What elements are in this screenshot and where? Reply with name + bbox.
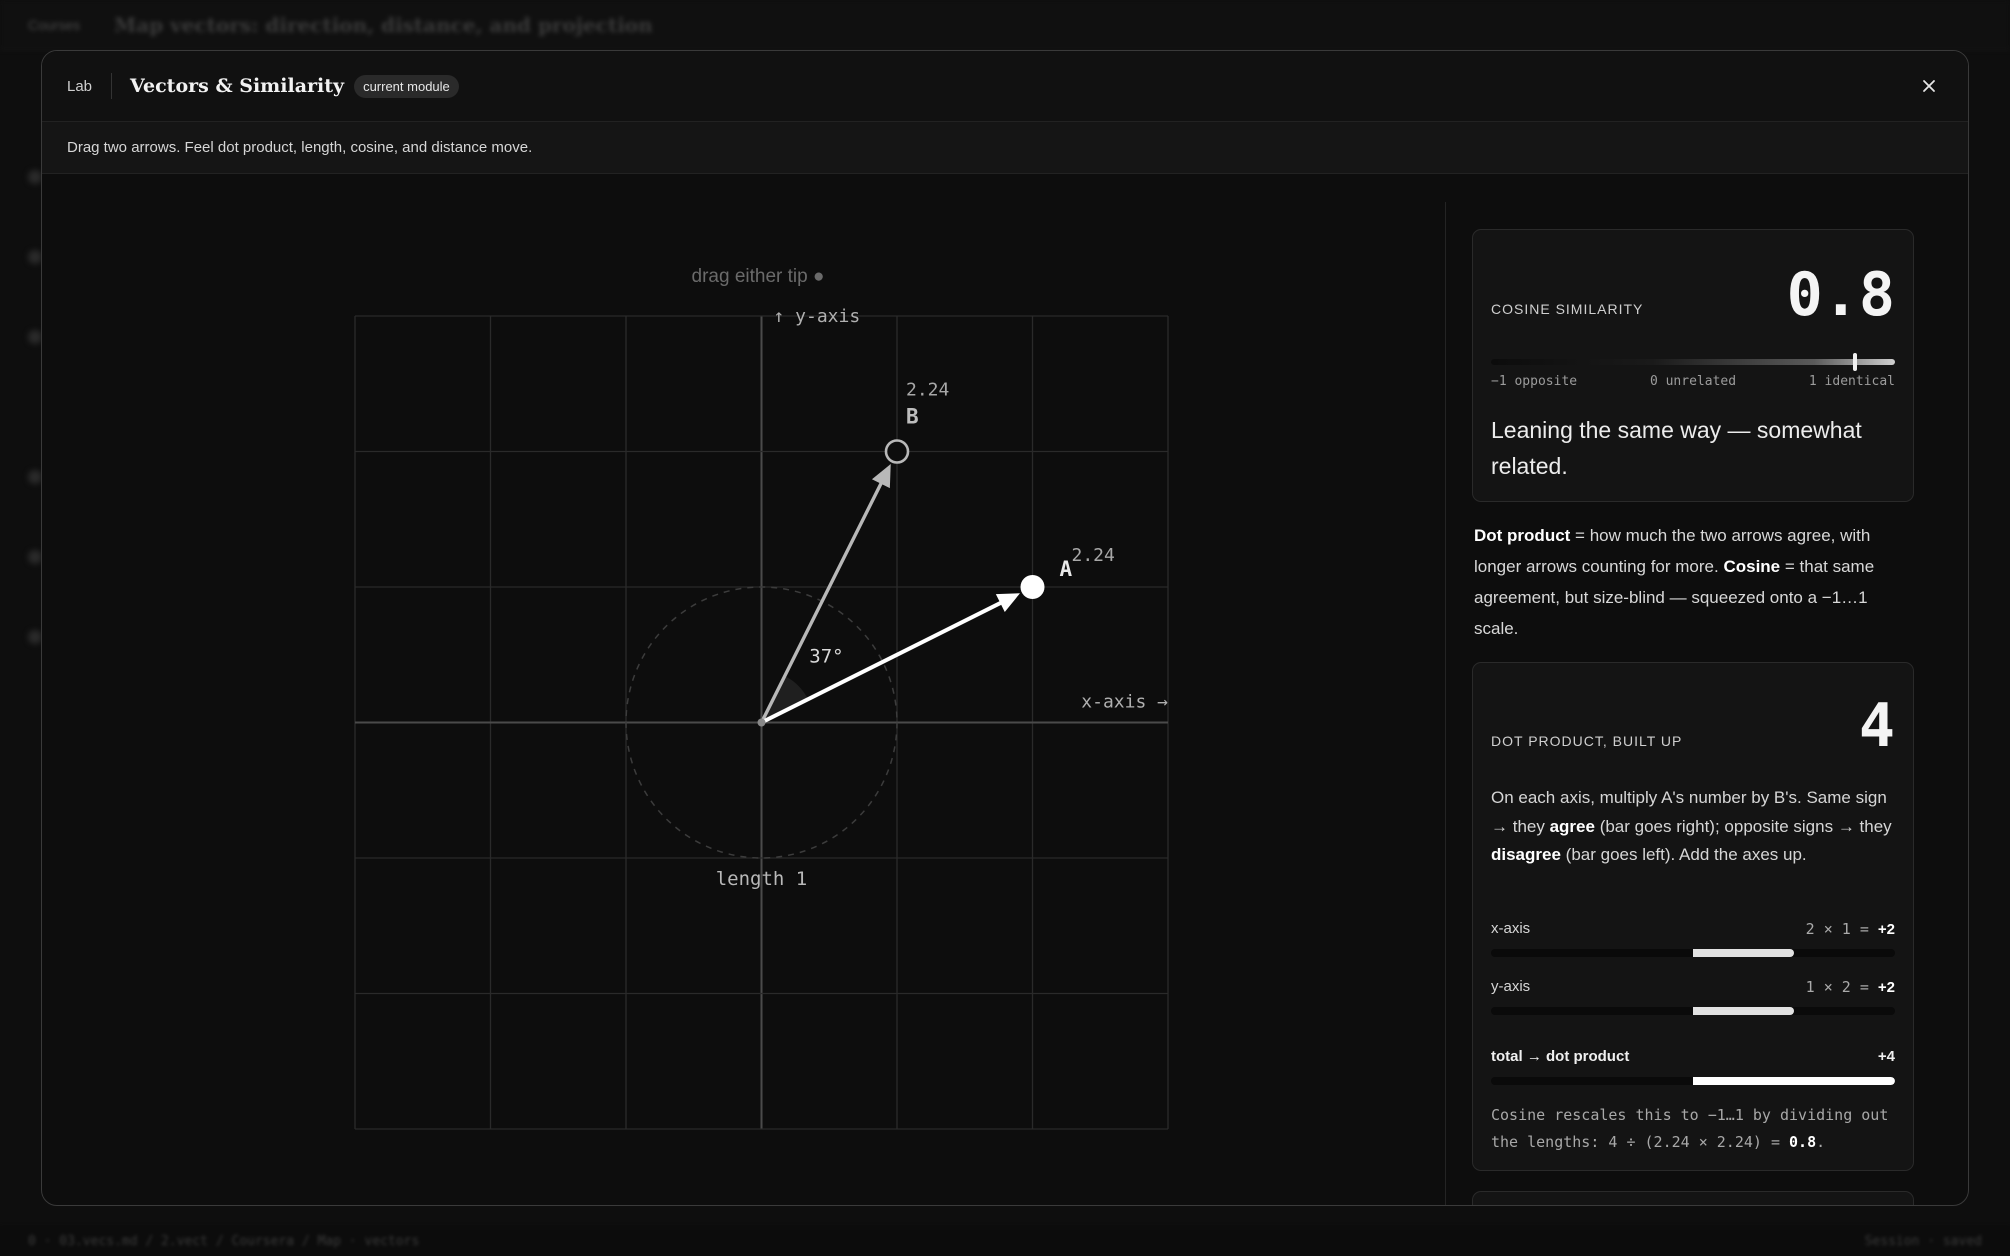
background-sidebar-dot: [28, 250, 42, 264]
origin-point: [757, 718, 766, 727]
vector-b-label: B: [906, 405, 919, 429]
x-axis-row-equation: 2 × 1 = +2: [1806, 920, 1895, 938]
desc-part: (bar goes left). Add the axes up.: [1560, 845, 1807, 864]
close-button[interactable]: [1916, 73, 1942, 99]
modal-subtitle: Drag two arrows. Feel dot product, lengt…: [67, 139, 533, 156]
total-bar-fill: [1693, 1077, 1895, 1085]
cosine-tick-opposite: −1 opposite: [1491, 374, 1578, 389]
vector-b-length: 2.24: [906, 380, 949, 401]
total-row-result: +4: [1877, 1048, 1895, 1065]
note-end: .: [1816, 1133, 1826, 1151]
background-sidebar-dot: [28, 470, 42, 484]
background-sidebar-dot: [28, 330, 42, 344]
vector-plot[interactable]: drag either tip ● 37° ↑ y-axis x-axis → …: [42, 174, 1444, 1206]
y-axis-bar: [1491, 1007, 1895, 1015]
vector-a-handle: [1020, 575, 1045, 599]
modal-subtitle-bar: Drag two arrows. Feel dot product, lengt…: [42, 122, 1968, 174]
background-page-title: Map vectors: direction, distance, and pr…: [114, 12, 653, 37]
dot-product-description: On each axis, multiply A's number by B's…: [1491, 784, 1901, 870]
y-axis-row-equation: 1 × 2 = +2: [1806, 978, 1895, 996]
cosine-tick-identical: 1 identical: [1808, 374, 1895, 389]
module-badge: current module: [354, 74, 459, 98]
vector-a-length: 2.24: [1072, 545, 1115, 566]
modal-title: Vectors & Similarity: [130, 75, 345, 97]
x-axis-bar-fill: [1693, 949, 1794, 957]
disagree-term: disagree: [1491, 845, 1561, 864]
note-value: 0.8: [1789, 1133, 1817, 1151]
vector-canvas[interactable]: drag either tip ● 37° ↑ y-axis x-axis → …: [42, 174, 1444, 1206]
background-sidebar-dot: [28, 170, 42, 184]
note-text: Cosine rescales this to −1…1 by dividing…: [1491, 1106, 1889, 1151]
background-status-right: Session · saved: [1864, 1233, 1982, 1249]
cosine-label: Cosine similarity: [1491, 301, 1644, 317]
side-panel: Cosine similarity 0.8 −1 opposite 0 unre…: [1472, 202, 1918, 1205]
explanation-text: Dot product = how much the two arrows ag…: [1474, 520, 1914, 644]
vector-b-shaft: [759, 481, 883, 725]
background-sidebar: [0, 50, 42, 1210]
angle-wedge: [761, 675, 809, 723]
next-card: [1472, 1191, 1914, 1205]
modal-kind-label: Lab: [67, 77, 93, 95]
background-header: Courses Map vectors: direction, distance…: [0, 0, 2010, 50]
cosine-card: Cosine similarity 0.8 −1 opposite 0 unre…: [1472, 229, 1914, 502]
y-axis-row-name: y-axis: [1491, 978, 1531, 995]
angle-label: 37°: [809, 646, 843, 668]
x-axis-expression: 2 × 1 =: [1805, 920, 1878, 938]
x-axis-label: x-axis →: [1081, 692, 1168, 713]
cosine-rescale-note: Cosine rescales this to −1…1 by dividing…: [1491, 1102, 1901, 1156]
modal-content: drag either tip ● 37° ↑ y-axis x-axis → …: [42, 174, 1968, 1206]
background-status-left: 0 · 03.vecs.md / 2.vect / Coursera / Map…: [28, 1233, 420, 1249]
y-axis-result: +2: [1877, 979, 1895, 996]
dot-product-card: Dot product, built up 4 On each axis, mu…: [1472, 662, 1914, 1171]
close-icon: [1923, 80, 1935, 92]
x-axis-bar: [1491, 949, 1895, 957]
cosine-tick-unrelated: 0 unrelated: [1649, 374, 1737, 389]
y-axis-label: ↑ y-axis: [774, 306, 861, 327]
desc-part: (bar goes right); opposite signs → they: [1594, 816, 1892, 836]
y-axis-expression: 1 × 2 =: [1805, 978, 1878, 996]
background-sidebar-dot: [28, 550, 42, 564]
cosine-description: Leaning the same way — somewhat related.: [1491, 417, 1862, 479]
dot-product-term: Dot product: [1474, 526, 1571, 545]
modal-header: Lab Vectors & Similarity current module: [42, 51, 1968, 122]
vectors-layer: B2.24A2.24: [759, 380, 1115, 725]
y-axis-bar-fill: [1693, 1007, 1794, 1015]
cosine-scale: [1491, 353, 1895, 371]
cosine-value: 0.8: [1786, 260, 1895, 330]
header-divider: [111, 73, 113, 99]
dot-product-value: 4: [1858, 691, 1895, 761]
x-axis-result: +2: [1877, 921, 1895, 938]
vector-b-handle: [884, 439, 910, 464]
total-row-name: total → dot product: [1491, 1048, 1630, 1065]
lab-modal: Lab Vectors & Similarity current module …: [41, 50, 1969, 1206]
cosine-term: Cosine: [1723, 557, 1781, 576]
vector-a-shaft: [759, 601, 1003, 725]
agree-term: agree: [1549, 816, 1595, 836]
panel-divider: [1445, 202, 1446, 1205]
background-breadcrumb: Courses: [28, 16, 81, 33]
cosine-scale-ticks: −1 opposite 0 unrelated 1 identical: [1491, 374, 1895, 389]
background-status-bar: 0 · 03.vecs.md / 2.vect / Coursera / Map…: [0, 1226, 2010, 1256]
background-sidebar-dot: [28, 630, 42, 644]
unit-circle-label: length 1: [716, 868, 808, 890]
cosine-marker: [1852, 353, 1857, 371]
drag-hint: drag either tip ●: [692, 266, 825, 287]
dot-product-label: Dot product, built up: [1491, 733, 1683, 749]
x-axis-row-name: x-axis: [1491, 920, 1531, 937]
total-bar: [1491, 1077, 1895, 1085]
